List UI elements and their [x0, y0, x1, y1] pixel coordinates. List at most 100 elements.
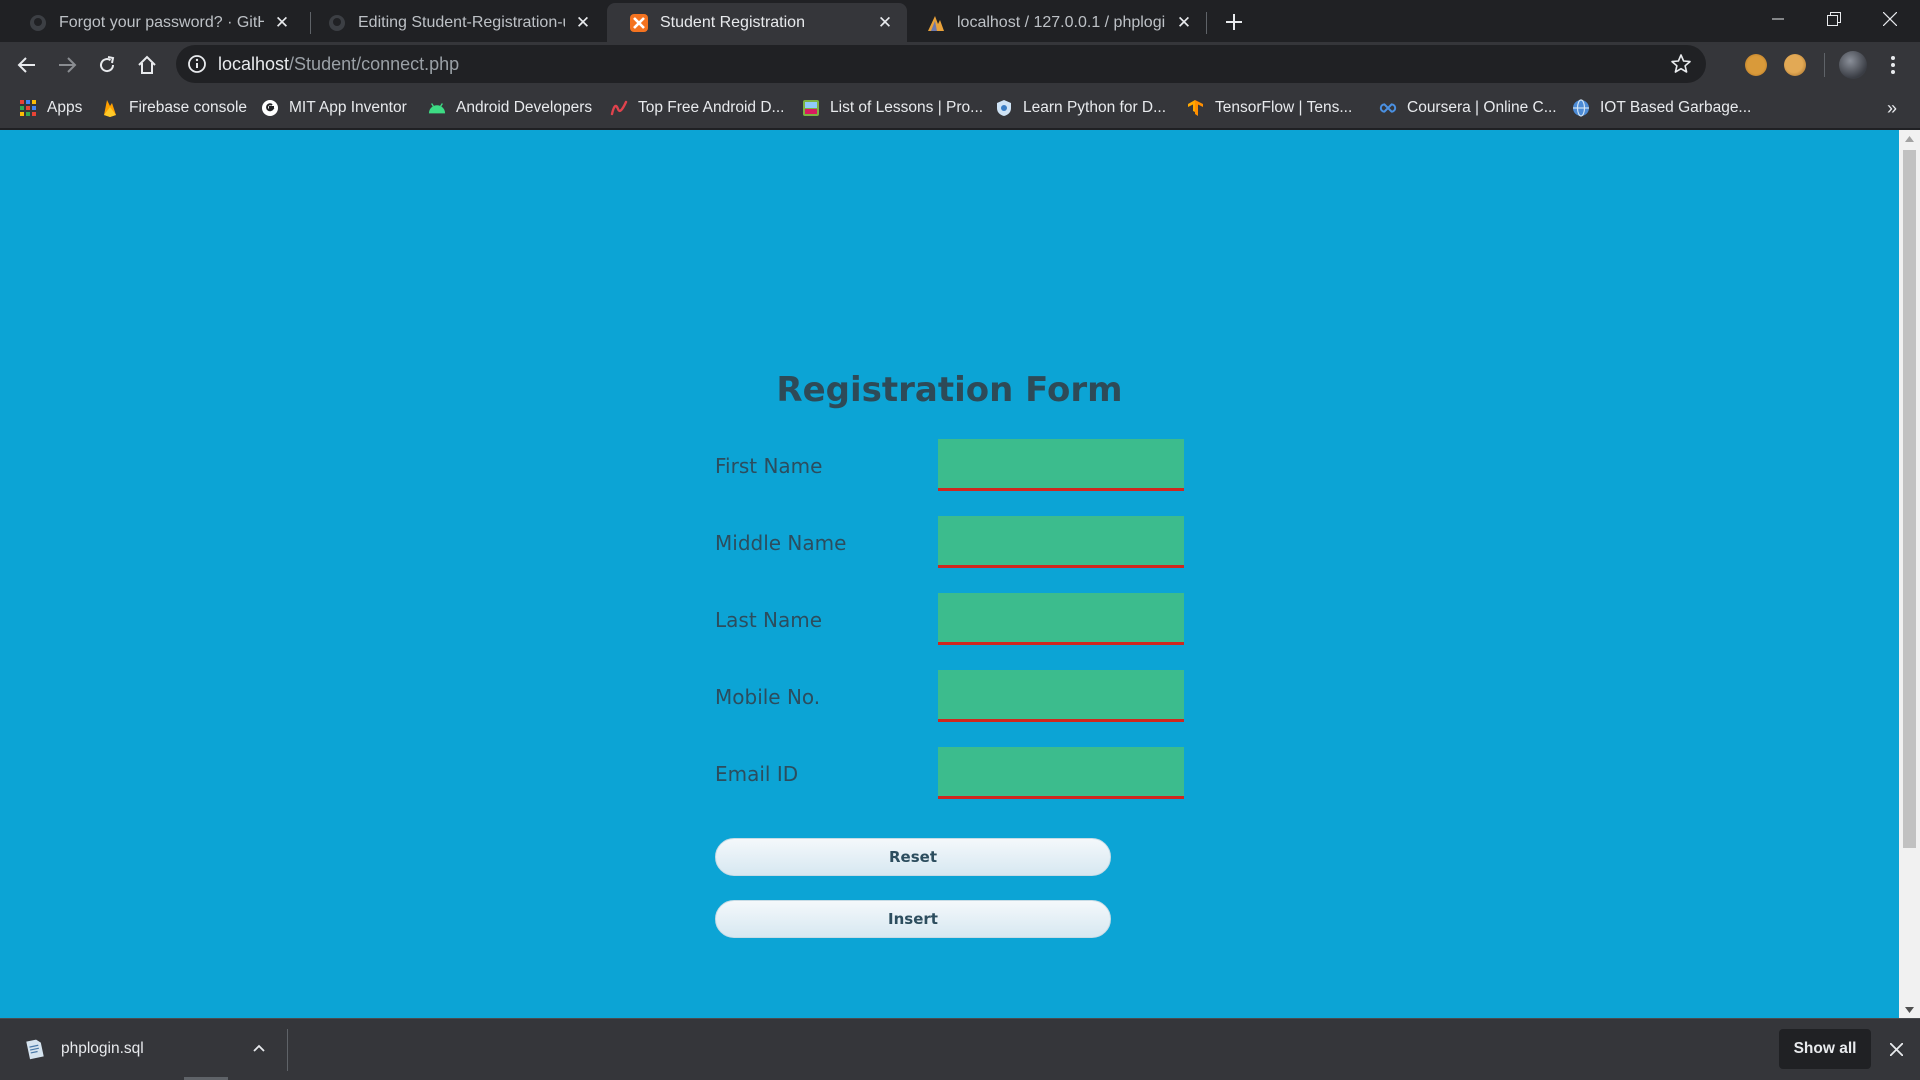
bookmark-firebase[interactable]: Firebase console	[101, 95, 247, 121]
coursera-icon	[1379, 99, 1397, 117]
firebase-icon	[101, 99, 119, 117]
github-icon	[28, 13, 48, 33]
browser-toolbar: localhost/Student/connect.php	[0, 42, 1920, 87]
toolbar-divider	[1824, 53, 1825, 77]
tab-separator	[1206, 12, 1207, 34]
mobile-no-label: Mobile No.	[715, 685, 821, 709]
reload-button[interactable]	[90, 48, 124, 82]
apps-grid-icon	[19, 99, 37, 117]
sql-file-icon	[26, 1039, 44, 1060]
app-site-icon	[610, 99, 628, 117]
tab-student-registration[interactable]: Student Registration ✕	[607, 3, 907, 42]
google-icon	[261, 99, 279, 117]
tab-title: Editing Student-Registration-usin	[358, 13, 565, 31]
shelf-separator	[287, 1029, 288, 1071]
cookie-editor-extension-icon[interactable]	[1784, 54, 1806, 76]
chevron-double-right-icon[interactable]: »	[1880, 95, 1904, 121]
bookmark-tensorflow[interactable]: TensorFlow | Tens...	[1187, 95, 1352, 121]
tab-title: localhost / 127.0.0.1 / phplogin |	[957, 13, 1166, 31]
download-shelf: phplogin.sql Show all	[0, 1018, 1920, 1080]
bookmark-label: Apps	[47, 99, 83, 116]
close-icon[interactable]: ✕	[272, 13, 292, 33]
url-text[interactable]: localhost/Student/connect.php	[218, 54, 459, 75]
reload-icon	[100, 56, 115, 73]
download-item[interactable]: phplogin.sql	[0, 1019, 288, 1080]
email-id-label: Email ID	[715, 762, 799, 786]
tab-phpmyadmin[interactable]: localhost / 127.0.0.1 / phplogin | ✕	[904, 3, 1206, 42]
address-bar[interactable]: localhost/Student/connect.php	[176, 45, 1706, 83]
forward-arrow-icon	[59, 57, 77, 73]
bookmark-label: Learn Python for D...	[1023, 99, 1167, 116]
info-icon[interactable]	[187, 54, 207, 74]
scrollbar-thumb[interactable]	[1903, 150, 1916, 848]
back-arrow-icon	[17, 57, 35, 73]
android-icon	[428, 99, 446, 117]
bookmark-label: Coursera | Online C...	[1407, 99, 1557, 116]
middle-name-input[interactable]	[938, 516, 1184, 568]
xampp-icon	[629, 13, 649, 33]
scroll-down-arrow-icon[interactable]	[1899, 1001, 1920, 1018]
mobile-no-input[interactable]	[938, 670, 1184, 722]
bookmark-label: TensorFlow | Tens...	[1215, 99, 1353, 116]
email-id-input[interactable]	[938, 747, 1184, 799]
new-tab-button[interactable]	[1218, 6, 1250, 38]
form-title: Registration Form	[776, 370, 1123, 410]
bookmark-coursera[interactable]: Coursera | Online C...	[1379, 95, 1557, 121]
bookmark-label: Top Free Android D...	[638, 99, 785, 116]
bookmark-top-free-android[interactable]: Top Free Android D...	[610, 95, 784, 121]
tab-strip: Forgot your password? · GitHub ✕ Editing…	[0, 0, 1920, 42]
show-all-button[interactable]: Show all	[1779, 1029, 1871, 1069]
bookmark-label: MIT App Inventor	[289, 99, 407, 116]
bookmark-label: Android Developers	[456, 99, 593, 116]
url-path: /Student/connect.php	[289, 54, 460, 74]
profile-avatar[interactable]	[1839, 51, 1867, 79]
scroll-up-arrow-icon[interactable]	[1899, 130, 1920, 147]
first-name-input[interactable]	[938, 439, 1184, 491]
url-host: localhost	[218, 54, 290, 74]
bookmark-label: Firebase console	[129, 99, 248, 116]
globe-icon	[1572, 99, 1590, 117]
tensorflow-icon	[1187, 99, 1205, 117]
bookmarks-bar: Apps Firebase console MIT App Inventor A…	[0, 87, 1920, 129]
middle-name-label: Middle Name	[715, 531, 847, 555]
minimize-button[interactable]	[1750, 0, 1806, 38]
insert-button[interactable]: Insert	[715, 900, 1111, 938]
last-name-input[interactable]	[938, 593, 1184, 645]
bookmark-star-icon[interactable]	[1670, 53, 1692, 75]
home-button[interactable]	[130, 48, 164, 82]
back-button[interactable]	[10, 48, 44, 82]
vertical-scrollbar[interactable]	[1899, 130, 1920, 1018]
chevron-up-icon[interactable]	[248, 1037, 270, 1059]
close-icon[interactable]: ✕	[875, 13, 895, 33]
close-icon[interactable]: ✕	[573, 13, 593, 33]
bookmark-label: List of Lessons | Pro...	[830, 99, 984, 116]
tab-title: Student Registration	[660, 13, 805, 31]
reset-button[interactable]: Reset	[715, 838, 1111, 876]
bookmark-iot-garbage[interactable]: IOT Based Garbage...	[1572, 95, 1751, 121]
lessons-icon	[802, 99, 820, 117]
bookmark-mit-app-inventor[interactable]: MIT App Inventor	[261, 95, 407, 121]
phpmyadmin-icon	[926, 13, 946, 33]
bookmark-list-of-lessons[interactable]: List of Lessons | Pro...	[802, 95, 983, 121]
home-icon	[138, 55, 156, 74]
bookmark-learn-python[interactable]: Learn Python for D...	[995, 95, 1166, 121]
cookie-extension-icon[interactable]	[1745, 54, 1767, 76]
bookmark-apps[interactable]: Apps	[19, 95, 82, 121]
forward-button[interactable]	[50, 48, 84, 82]
chrome-menu-icon[interactable]	[1880, 50, 1906, 80]
download-file-name: phplogin.sql	[61, 1040, 144, 1057]
last-name-label: Last Name	[715, 608, 823, 632]
restore-button[interactable]	[1806, 0, 1862, 38]
tab-github-forgot-password[interactable]: Forgot your password? · GitHub ✕	[6, 3, 304, 42]
page-content: Registration Form First Name Middle Name…	[0, 130, 1899, 1018]
github-icon	[327, 13, 347, 33]
close-icon[interactable]	[1884, 1037, 1908, 1061]
first-name-label: First Name	[715, 454, 823, 478]
tab-github-editing[interactable]: Editing Student-Registration-usin ✕	[305, 3, 605, 42]
tab-title: Forgot your password? · GitHub	[59, 13, 264, 31]
close-icon[interactable]: ✕	[1174, 13, 1194, 33]
close-window-button[interactable]	[1862, 0, 1918, 38]
bookmark-label: IOT Based Garbage...	[1600, 99, 1752, 116]
shield-icon	[995, 99, 1013, 117]
bookmark-android-developers[interactable]: Android Developers	[428, 95, 592, 121]
